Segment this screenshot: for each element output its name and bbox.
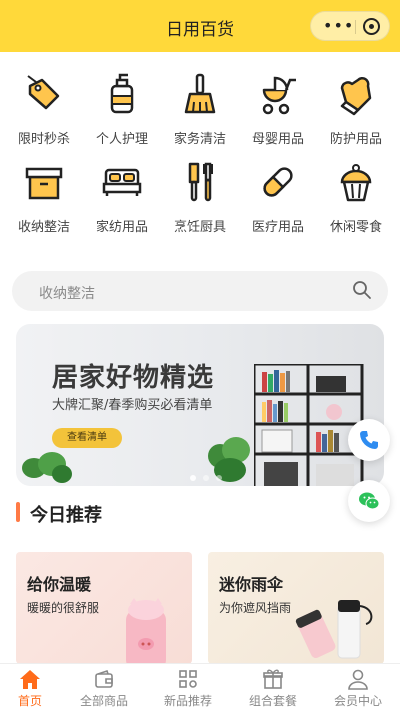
search-bar[interactable]: 收纳整洁 bbox=[12, 271, 388, 311]
promo-banner[interactable]: 居家好物精选 大牌汇聚/春季购买必看清单 查看清单 bbox=[16, 324, 384, 486]
promo-subtitle: 为你遮风挡雨 bbox=[219, 601, 292, 615]
tab-label: 首页 bbox=[17, 694, 42, 708]
category-label: 收纳整洁 bbox=[17, 220, 70, 235]
lotion-bottle-icon bbox=[110, 73, 134, 114]
capsule-divider bbox=[355, 20, 356, 34]
category-label: 烹饪厨具 bbox=[173, 220, 226, 235]
top-bar: 日用百货 ••• bbox=[0, 0, 400, 52]
tab-member-center[interactable]: 会员中心 bbox=[318, 664, 398, 712]
category-item-baby[interactable]: 母婴用品 bbox=[239, 72, 317, 147]
promo-title: 迷你雨伞 bbox=[219, 575, 284, 594]
wallet-icon bbox=[95, 669, 113, 688]
tab-label: 全部商品 bbox=[79, 694, 128, 708]
pink-bottle-image bbox=[126, 598, 166, 664]
bed-icon bbox=[102, 168, 142, 196]
umbrella-image bbox=[295, 600, 373, 659]
close-target-icon[interactable] bbox=[363, 18, 380, 35]
promo-title: 给你温暖 bbox=[27, 575, 92, 594]
price-tag-icon bbox=[27, 75, 60, 110]
phone-icon bbox=[360, 431, 378, 449]
search-placeholder: 收纳整洁 bbox=[39, 286, 95, 302]
category-item-bedding[interactable]: 家纺用品 bbox=[83, 160, 161, 235]
promo-card-warm[interactable]: 给你温暖 暖暖的很舒服 bbox=[16, 552, 192, 664]
carousel-dot[interactable] bbox=[190, 475, 196, 481]
section-title: 今日推荐 bbox=[30, 505, 102, 526]
stroller-icon bbox=[262, 76, 296, 115]
tab-label: 组合套餐 bbox=[248, 694, 297, 708]
carousel-indicator bbox=[190, 466, 229, 485]
search-icon[interactable] bbox=[352, 280, 372, 300]
tab-all-products[interactable]: 全部商品 bbox=[64, 664, 144, 712]
category-label: 医疗用品 bbox=[251, 220, 304, 235]
category-label: 限时秒杀 bbox=[17, 132, 70, 147]
grid-icon bbox=[179, 670, 197, 688]
banner-subline: 大牌汇聚/春季购买必看清单 bbox=[52, 398, 213, 413]
more-icon[interactable]: ••• bbox=[323, 16, 354, 35]
gift-icon bbox=[263, 669, 283, 689]
tab-label: 新品推荐 bbox=[163, 694, 212, 708]
kitchen-utensils-icon bbox=[188, 162, 213, 202]
category-item-cleaning[interactable]: 家务清洁 bbox=[161, 72, 239, 147]
tab-label: 会员中心 bbox=[333, 694, 382, 708]
category-item-flash-sale[interactable]: 限时秒杀 bbox=[5, 72, 83, 147]
category-item-protective[interactable]: 防护用品 bbox=[317, 72, 395, 147]
category-label: 母婴用品 bbox=[251, 132, 304, 147]
category-label: 个人护理 bbox=[95, 132, 148, 147]
carousel-dot[interactable] bbox=[216, 475, 222, 481]
tab-home[interactable]: 首页 bbox=[0, 664, 70, 712]
carousel-dot[interactable] bbox=[203, 475, 209, 481]
section-accent-bar bbox=[16, 502, 20, 522]
category-label: 休闲零食 bbox=[329, 220, 382, 235]
cupcake-icon bbox=[340, 164, 372, 202]
bottom-tab-bar: 首页 全部商品 新品推荐 组合套餐 会员中心 bbox=[0, 663, 400, 712]
category-item-snacks[interactable]: 休闲零食 bbox=[317, 160, 395, 235]
plant-image bbox=[22, 452, 72, 483]
wechat-icon bbox=[359, 492, 380, 510]
category-item-storage[interactable]: 收纳整洁 bbox=[5, 160, 83, 235]
category-label: 家纺用品 bbox=[95, 220, 148, 235]
wechat-button[interactable] bbox=[348, 480, 390, 522]
mini-program-capsule: ••• bbox=[310, 11, 390, 41]
tab-bundles[interactable]: 组合套餐 bbox=[233, 664, 313, 712]
promo-subtitle: 暖暖的很舒服 bbox=[27, 601, 100, 615]
broom-icon bbox=[184, 73, 216, 114]
category-item-personal-care[interactable]: 个人护理 bbox=[83, 72, 161, 147]
category-label: 家务清洁 bbox=[173, 132, 226, 147]
category-item-kitchen[interactable]: 烹饪厨具 bbox=[161, 160, 239, 235]
home-icon bbox=[20, 670, 40, 689]
storage-box-icon bbox=[25, 167, 63, 200]
view-list-button[interactable]: 查看清单 bbox=[52, 428, 122, 448]
phone-button[interactable] bbox=[348, 419, 390, 461]
category-label: 防护用品 bbox=[329, 132, 382, 147]
glove-icon bbox=[340, 77, 372, 116]
user-icon bbox=[348, 669, 368, 690]
promo-card-umbrella[interactable]: 迷你雨伞 为你遮风挡雨 bbox=[208, 552, 384, 664]
category-item-medical[interactable]: 医疗用品 bbox=[239, 160, 317, 235]
tab-new-arrivals[interactable]: 新品推荐 bbox=[148, 664, 228, 712]
banner-headline: 居家好物精选 bbox=[52, 363, 215, 393]
pill-icon bbox=[263, 167, 293, 197]
